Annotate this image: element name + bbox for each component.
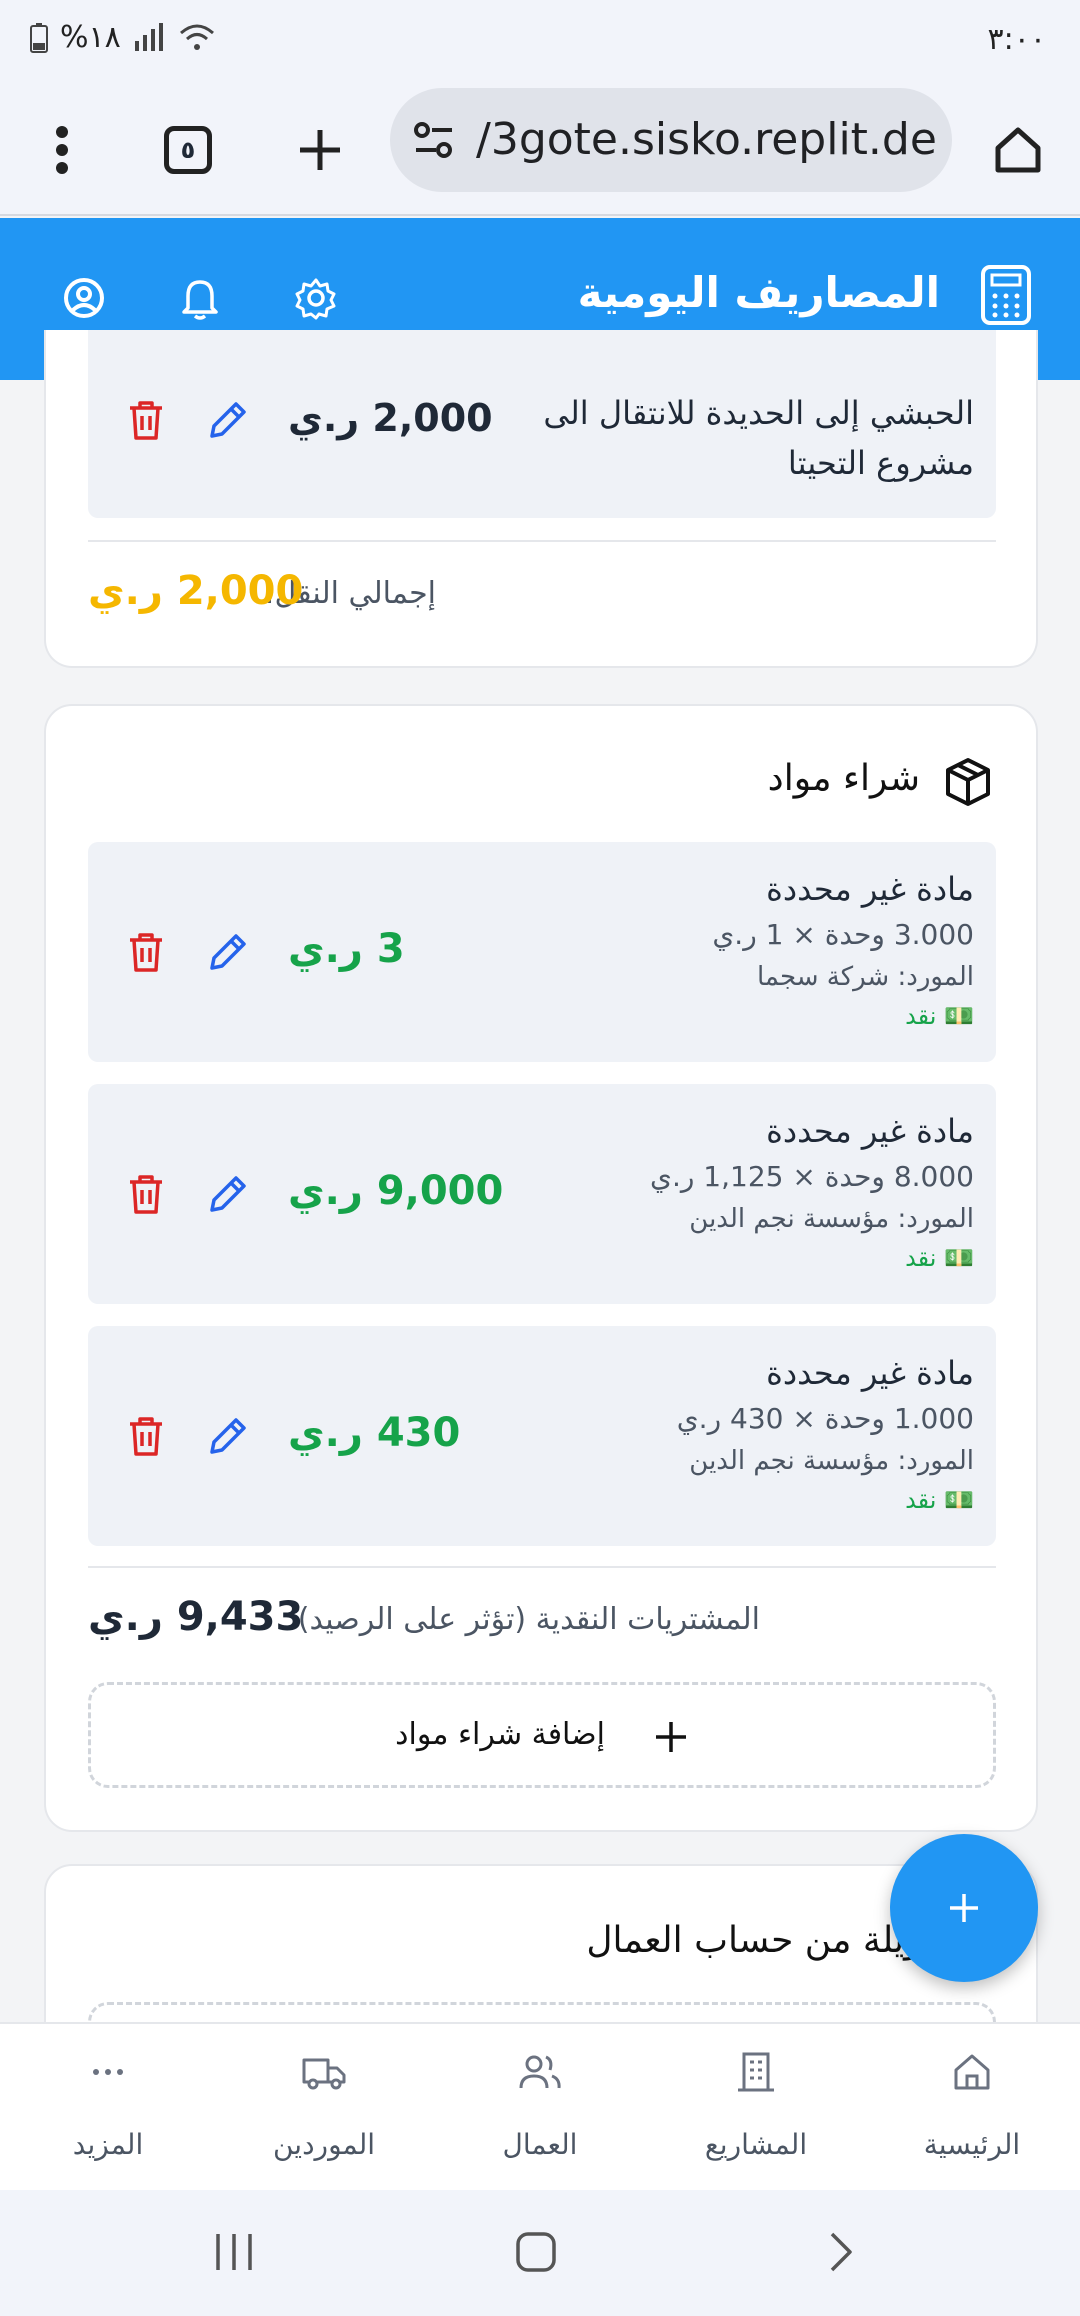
- edit-icon[interactable]: [206, 1414, 250, 1458]
- truck-icon: [302, 2058, 346, 2090]
- edit-icon[interactable]: [206, 930, 250, 974]
- system-navigation-bar: [0, 2190, 1080, 2316]
- material-supplier: المورد: مؤسسة نجم الدين: [689, 1204, 974, 1234]
- url-text: /3gote.sisko.replit.dev: [476, 114, 936, 165]
- add-material-purchase-button[interactable]: إضافة شراء مواد: [88, 1682, 996, 1788]
- divider: [88, 540, 996, 542]
- material-item: مادة غير محددة 8.000 وحدة × 1,125 ر.ي ال…: [88, 1084, 996, 1304]
- transport-card: الحبشي إلى الحديدة للانتقال الى مشروع ال…: [44, 330, 1038, 668]
- user-icon[interactable]: [62, 276, 106, 320]
- home-icon: [954, 2054, 990, 2090]
- payment-method: 💵 نقد: [905, 1002, 974, 1030]
- tab-count: ٥: [164, 126, 212, 174]
- material-supplier: المورد: شركة سجما: [756, 962, 974, 992]
- nav-workers-label: العمال: [502, 2128, 578, 2161]
- gear-icon[interactable]: [294, 276, 338, 320]
- material-name: مادة غير محددة: [766, 1354, 974, 1392]
- trash-icon[interactable]: [124, 398, 168, 442]
- signal-icon: [134, 22, 163, 51]
- battery-percent: %١٨: [60, 20, 121, 55]
- menu-icon[interactable]: [26, 114, 98, 186]
- material-amount: 9,000 ر.ي: [288, 1168, 504, 1214]
- page-title: المصاريف اليومية: [577, 268, 940, 317]
- users-icon: [519, 2055, 561, 2089]
- payment-method: 💵 نقد: [905, 1486, 974, 1514]
- back-icon[interactable]: [818, 2230, 862, 2274]
- edit-icon[interactable]: [206, 1172, 250, 1216]
- nav-home-label: الرئيسية: [923, 2128, 1021, 2161]
- material-amount: 3 ر.ي: [288, 926, 405, 972]
- add-material-purchase-label: إضافة شراء مواد: [395, 1717, 605, 1752]
- material-quantity: 3.000 وحدة × 1 ر.ي: [712, 918, 974, 951]
- material-name: مادة غير محددة: [766, 870, 974, 908]
- material-amount: 430 ر.ي: [288, 1410, 461, 1456]
- nav-projects-label: المشاريع: [704, 2128, 808, 2161]
- plus-icon: [950, 1894, 978, 1922]
- new-tab-icon[interactable]: [284, 114, 356, 186]
- trash-icon[interactable]: [124, 930, 168, 974]
- url-bar[interactable]: /3gote.sisko.replit.dev: [390, 88, 952, 192]
- edit-icon[interactable]: [206, 398, 250, 442]
- recent-apps-icon[interactable]: [212, 2230, 256, 2274]
- plus-icon: [656, 1722, 686, 1752]
- home-button-icon[interactable]: [514, 2230, 558, 2274]
- cash-purchases-total: 9,433 ر.ي: [88, 1594, 304, 1640]
- nav-projects[interactable]: المشاريع: [648, 2024, 864, 2192]
- trash-icon[interactable]: [124, 1172, 168, 1216]
- transport-item: الحبشي إلى الحديدة للانتقال الى مشروع ال…: [88, 330, 996, 518]
- calculator-icon: [981, 265, 1031, 325]
- add-fab-button[interactable]: [890, 1834, 1038, 1982]
- bottom-navigation: الرئيسية المشاريع العمال الموردين المزيد: [0, 2022, 1080, 2190]
- material-name: مادة غير محددة: [766, 1112, 974, 1150]
- materials-card: شراء مواد مادة غير محددة 3.000 وحدة × 1 …: [44, 704, 1038, 1832]
- more-icon: [93, 2069, 123, 2075]
- materials-title: شراء مواد: [767, 758, 920, 799]
- nav-more-label: المزيد: [72, 2128, 144, 2161]
- nav-home[interactable]: الرئيسية: [864, 2024, 1080, 2192]
- battery-icon: [30, 22, 48, 53]
- nav-more[interactable]: المزيد: [0, 2024, 216, 2192]
- tabs-button[interactable]: ٥: [152, 114, 224, 186]
- site-settings-icon[interactable]: [412, 120, 456, 160]
- bell-icon[interactable]: [180, 276, 220, 320]
- material-quantity: 1.000 وحدة × 430 ر.ي: [676, 1402, 974, 1435]
- nav-suppliers-label: الموردين: [272, 2128, 376, 2161]
- material-item: مادة غير محددة 1.000 وحدة × 430 ر.ي المو…: [88, 1326, 996, 1546]
- material-supplier: المورد: مؤسسة نجم الدين: [689, 1446, 974, 1476]
- home-icon[interactable]: [982, 114, 1054, 186]
- status-time: ٣:٠٠: [987, 22, 1046, 57]
- transport-amount: 2,000 ر.ي: [288, 396, 493, 440]
- transport-total-value: 2,000 ر.ي: [88, 568, 304, 614]
- cash-purchases-label: المشتريات النقدية (تؤثر على الرصيد):: [287, 1602, 760, 1637]
- nav-suppliers[interactable]: الموردين: [216, 2024, 432, 2192]
- transport-description-line-1: الحبشي إلى الحديدة للانتقال الى: [543, 394, 974, 432]
- nav-workers[interactable]: العمال: [432, 2024, 648, 2192]
- material-item: مادة غير محددة 3.000 وحدة × 1 ر.ي المورد…: [88, 842, 996, 1062]
- status-icons: %١٨: [30, 20, 215, 55]
- status-bar: %١٨ ٣:٠٠: [0, 0, 1080, 84]
- material-quantity: 8.000 وحدة × 1,125 ر.ي: [650, 1160, 974, 1193]
- trash-icon[interactable]: [124, 1414, 168, 1458]
- building-icon: [738, 2052, 774, 2092]
- payment-method: 💵 نقد: [905, 1244, 974, 1272]
- transport-description-line-2: مشروع التحيتا: [787, 444, 974, 482]
- box-icon: [946, 758, 990, 806]
- divider: [88, 1566, 996, 1568]
- wifi-icon: [179, 24, 214, 50]
